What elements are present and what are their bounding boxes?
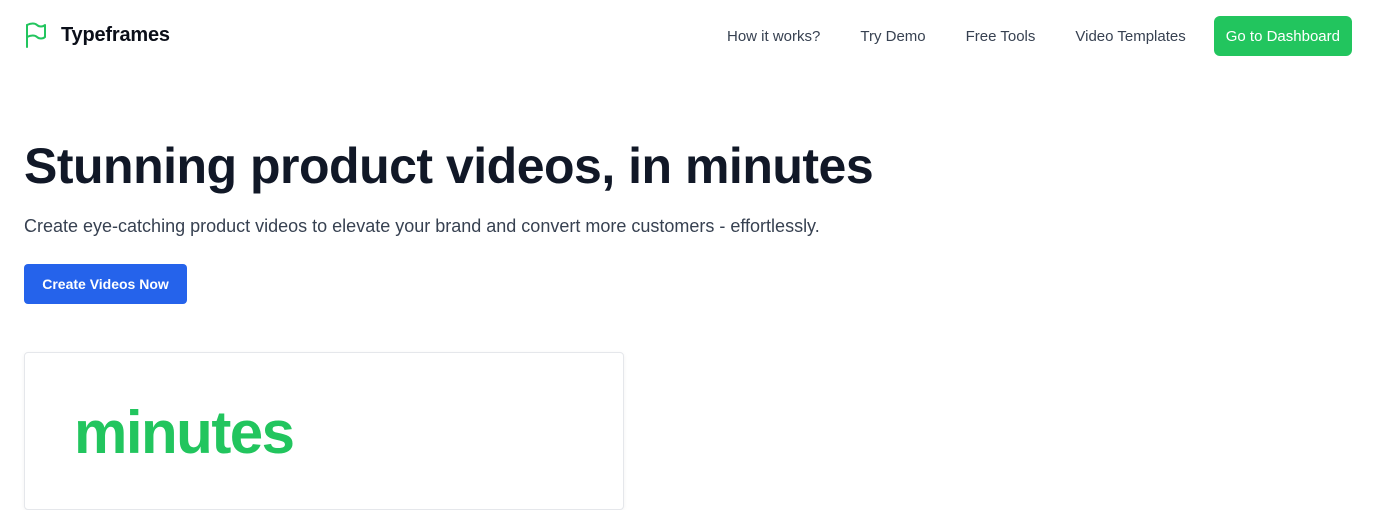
- site-header: Typeframes How it works? Try Demo Free T…: [0, 0, 1376, 72]
- brand-name: Typeframes: [61, 23, 170, 46]
- create-videos-now-button[interactable]: Create Videos Now: [24, 264, 187, 304]
- hero-subtitle: Create eye-catching product videos to el…: [24, 216, 820, 236]
- nav-link-try-demo[interactable]: Try Demo: [840, 18, 945, 55]
- go-to-dashboard-button[interactable]: Go to Dashboard: [1213, 16, 1352, 56]
- preview-animated-word: minutes: [74, 399, 295, 466]
- main-nav: How it works? Try Demo Free Tools Video …: [707, 16, 1352, 56]
- nav-link-free-tools[interactable]: Free Tools: [946, 18, 1056, 55]
- flag-icon: [24, 22, 48, 48]
- nav-link-video-templates[interactable]: Video Templates: [1055, 18, 1205, 55]
- brand-logo-link[interactable]: Typeframes: [24, 22, 170, 48]
- nav-link-how-it-works[interactable]: How it works?: [707, 18, 840, 55]
- page-title: Stunning product videos, in minutes: [24, 138, 874, 194]
- video-preview-card: minutes: [24, 352, 624, 510]
